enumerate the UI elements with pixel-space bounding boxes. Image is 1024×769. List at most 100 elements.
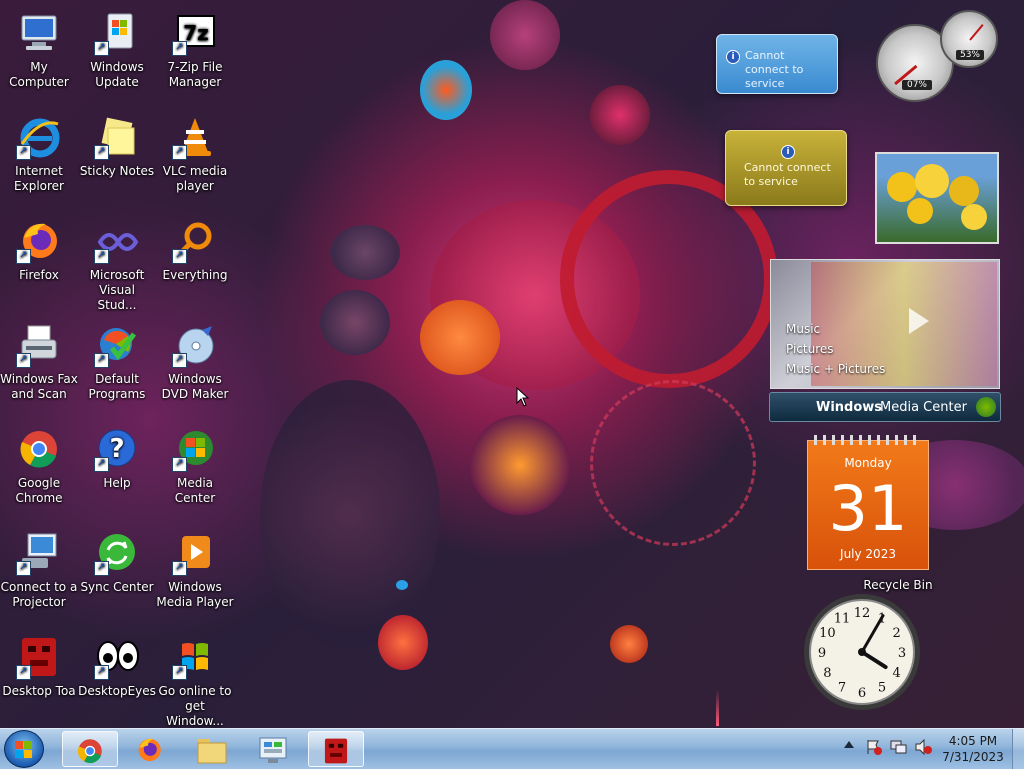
- clock-numeral: 12: [854, 606, 871, 621]
- show-hidden-icons-button[interactable]: [844, 741, 854, 748]
- wallpaper-shape: [490, 0, 560, 70]
- taskbar-desktop-toa[interactable]: [308, 731, 364, 767]
- shortcut-arrow-icon: ↗: [172, 561, 187, 576]
- taskbar-control-panel[interactable]: [246, 731, 302, 767]
- desktop-icon-fax-scan[interactable]: ↗ Windows Fax and Scan: [0, 322, 78, 402]
- shortcut-arrow-icon: ↗: [16, 353, 31, 368]
- shortcut-arrow-icon: ↗: [94, 665, 109, 680]
- desktop-icon-media-center[interactable]: ↗ Media Center: [156, 426, 234, 506]
- shortcut-arrow-icon: ↗: [94, 353, 109, 368]
- taskbar-chrome[interactable]: [62, 731, 118, 767]
- weather-message: Cannot connect to service: [745, 49, 804, 90]
- clock-numeral: 3: [898, 646, 906, 661]
- sync-center-icon: ↗: [94, 530, 140, 576]
- desktop-icon-help[interactable]: ? ↗ Help: [78, 426, 156, 491]
- taskbar-clock-time[interactable]: 4:05 PM: [938, 734, 1008, 748]
- tulip-image: [915, 164, 949, 198]
- start-button[interactable]: [4, 730, 44, 768]
- desktop-icon-projector[interactable]: ↗ Connect to a Projector: [0, 530, 78, 610]
- shortcut-arrow-icon: ↗: [172, 353, 187, 368]
- windows-update-icon: ↗: [94, 10, 140, 56]
- taskbar-firefox[interactable]: [122, 731, 178, 767]
- currency-gadget[interactable]: i Cannot connect to service: [725, 130, 847, 206]
- media-center-footer[interactable]: Windows Media Center: [769, 392, 1001, 422]
- windows-logo-icon: [15, 741, 32, 758]
- taskbar: 4:05 PM 7/31/2023: [0, 728, 1024, 769]
- icon-label: Firefox: [19, 268, 59, 282]
- cpu-meter-gadget[interactable]: 07% 53%: [874, 10, 1004, 102]
- calendar-gadget[interactable]: Monday 31 July 2023: [807, 435, 929, 570]
- icon-label: DesktopEyes: [78, 684, 156, 698]
- tulip-image: [887, 172, 917, 202]
- volume-icon[interactable]: [914, 738, 932, 756]
- chrome-icon: [77, 739, 102, 764]
- desktop-icon-sync-center[interactable]: ↗ Sync Center: [78, 530, 156, 595]
- desktop-icon-windows-update[interactable]: ↗ Windows Update: [78, 10, 156, 90]
- media-center-gadget[interactable]: Music Pictures Music + Pictures: [770, 259, 1000, 389]
- calendar-weekday: Monday: [844, 456, 892, 470]
- desktop-icon-go-online[interactable]: ↗ Go online to get Window...: [156, 634, 234, 728]
- taskbar-explorer[interactable]: [184, 731, 240, 767]
- shortcut-arrow-icon: ↗: [172, 457, 187, 472]
- folder-icon: [197, 739, 227, 764]
- calendar-month-year: July 2023: [840, 547, 896, 561]
- shortcut-arrow-icon: ↗: [172, 41, 187, 56]
- wallpaper-shape: [320, 290, 390, 355]
- fax-icon: ↗: [16, 322, 62, 368]
- wallpaper-shape: [590, 85, 650, 145]
- desktop[interactable]: My Computer ↗ Windows Update 7z ↗ 7-Zip …: [0, 0, 1024, 728]
- taskbar-clock-date[interactable]: 7/31/2023: [938, 750, 1008, 764]
- clock-numeral: 7: [838, 681, 846, 696]
- icon-label: Desktop Toa: [2, 684, 76, 698]
- media-menu-music[interactable]: Music: [786, 322, 820, 336]
- show-desktop-button[interactable]: [1012, 729, 1024, 769]
- media-center-brand: Windows: [816, 400, 883, 415]
- 7zip-icon: 7z ↗: [172, 10, 218, 56]
- icon-label: Sticky Notes: [79, 164, 155, 178]
- desktop-icon-everything[interactable]: ↗ Everything: [156, 218, 234, 283]
- info-icon: i: [781, 145, 795, 159]
- desktop-icon-media-player[interactable]: ↗ Windows Media Player: [156, 530, 234, 610]
- slideshow-gadget[interactable]: [875, 152, 999, 244]
- icon-label: Connect to a Projector: [0, 580, 78, 609]
- desktop-icon-7zip[interactable]: 7z ↗ 7-Zip File Manager: [156, 10, 234, 90]
- desktop-icon-firefox[interactable]: ↗ Firefox: [0, 218, 78, 283]
- desktop-icon-vlc[interactable]: ↗ VLC media player: [156, 114, 234, 194]
- network-icon[interactable]: [890, 739, 908, 755]
- play-icon: [909, 308, 929, 334]
- clock-numeral: 6: [858, 686, 866, 701]
- icon-label: Microsoft Visual Stud...: [89, 268, 145, 312]
- wallpaper-shape: [610, 625, 648, 663]
- action-center-icon[interactable]: [866, 739, 882, 755]
- icon-label: Windows DVD Maker: [161, 372, 229, 401]
- desktop-icon-sticky-notes[interactable]: ↗ Sticky Notes: [78, 114, 156, 179]
- media-menu-music-pictures[interactable]: Music + Pictures: [786, 362, 885, 376]
- desktop-icon-visual-studio[interactable]: ↗ Microsoft Visual Stud...: [78, 218, 156, 313]
- desktop-icon-my-computer[interactable]: My Computer: [0, 10, 78, 90]
- memory-dial: 53%: [940, 10, 998, 68]
- weather-gadget[interactable]: i Cannot connect to service: [716, 34, 838, 94]
- desktop-icon-desktop-eyes[interactable]: ↗ DesktopEyes: [78, 634, 156, 699]
- media-center-icon: ↗: [172, 426, 218, 472]
- icon-label: Google Chrome: [15, 476, 63, 505]
- clock-gadget[interactable]: 121234567891011: [800, 590, 924, 714]
- sticky-notes-icon: ↗: [94, 114, 140, 160]
- shortcut-arrow-icon: ↗: [94, 561, 109, 576]
- media-center-product: Media Center: [880, 400, 967, 415]
- tulip-image: [961, 204, 987, 230]
- calendar-rings: [814, 435, 922, 445]
- mouse-cursor-icon: [516, 387, 530, 407]
- desktop-icon-dvd-maker[interactable]: ↗ Windows DVD Maker: [156, 322, 234, 402]
- desktop-icon-chrome[interactable]: Google Chrome: [0, 426, 78, 506]
- dvd-maker-icon: ↗: [172, 322, 218, 368]
- media-player-icon: ↗: [172, 530, 218, 576]
- desktop-icon-default-programs[interactable]: ↗ Default Programs: [78, 322, 156, 402]
- media-menu-pictures[interactable]: Pictures: [786, 342, 834, 356]
- desktop-icon-desktop-toa[interactable]: ↗ Desktop Toa: [0, 634, 78, 699]
- wallpaper-shape: [470, 415, 570, 515]
- clock-numeral: 11: [834, 611, 851, 626]
- icon-label: Default Programs: [88, 372, 146, 401]
- icon-label: Media Center: [174, 476, 216, 505]
- wallpaper-shape: [420, 60, 472, 120]
- desktop-icon-internet-explorer[interactable]: ↗ Internet Explorer: [0, 114, 78, 194]
